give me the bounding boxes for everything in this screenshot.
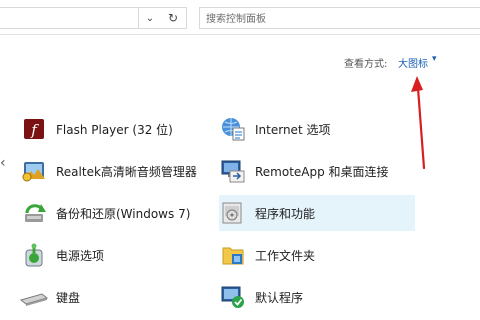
- item-label: Realtek高清晰音频管理器: [56, 164, 197, 179]
- backup-restore-icon: [20, 199, 48, 227]
- item-label: 工作文件夹: [255, 248, 316, 263]
- collapse-chevron-icon[interactable]: ‹: [0, 155, 6, 171]
- view-by-dropdown[interactable]: 大图标: [398, 55, 428, 70]
- item-realtek-audio[interactable]: Realtek高清晰音频管理器: [20, 153, 215, 189]
- remoteapp-icon: [219, 157, 247, 185]
- address-bar[interactable]: [0, 7, 139, 29]
- view-by-label: 查看方式:: [344, 59, 388, 70]
- item-flash-player[interactable]: f Flash Player (32 位): [20, 111, 210, 147]
- programs-features-icon: [219, 199, 247, 227]
- item-label: 键盘: [56, 290, 81, 305]
- item-programs-features[interactable]: 程序和功能: [219, 195, 415, 231]
- address-dropdown-button[interactable]: ⌄: [138, 7, 162, 29]
- item-internet-options[interactable]: Internet 选项: [219, 111, 415, 147]
- refresh-button[interactable]: ↻: [160, 7, 187, 29]
- item-label: 备份和还原(Windows 7): [56, 206, 191, 221]
- power-options-icon: [20, 241, 48, 269]
- item-label: 电源选项: [56, 248, 105, 263]
- item-work-folders[interactable]: 工作文件夹: [219, 237, 415, 273]
- item-remoteapp[interactable]: RemoteApp 和桌面连接: [219, 153, 415, 189]
- keyboard-icon: [20, 283, 48, 311]
- item-label: 默认程序: [255, 290, 304, 305]
- chevron-down-icon: ⌄: [145, 12, 155, 24]
- flash-player-icon: f: [20, 115, 48, 143]
- item-power-options[interactable]: 电源选项: [20, 237, 210, 273]
- item-label: Flash Player (32 位): [56, 122, 173, 137]
- realtek-audio-icon: [20, 157, 48, 185]
- search-input[interactable]: 搜索控制面板: [199, 7, 480, 29]
- refresh-icon: ↻: [167, 11, 179, 25]
- internet-options-icon: [219, 115, 247, 143]
- item-default-programs[interactable]: 默认程序: [219, 279, 415, 315]
- item-keyboard[interactable]: 键盘: [20, 279, 210, 315]
- default-programs-icon: [219, 283, 247, 311]
- item-label: RemoteApp 和桌面连接: [255, 164, 389, 179]
- item-backup-restore[interactable]: 备份和还原(Windows 7): [20, 195, 215, 231]
- item-label: 程序和功能: [255, 206, 316, 221]
- work-folders-icon: [219, 241, 247, 269]
- caret-down-icon[interactable]: ▾: [432, 54, 437, 64]
- item-label: Internet 选项: [255, 122, 331, 137]
- search-placeholder: 搜索控制面板: [206, 14, 266, 25]
